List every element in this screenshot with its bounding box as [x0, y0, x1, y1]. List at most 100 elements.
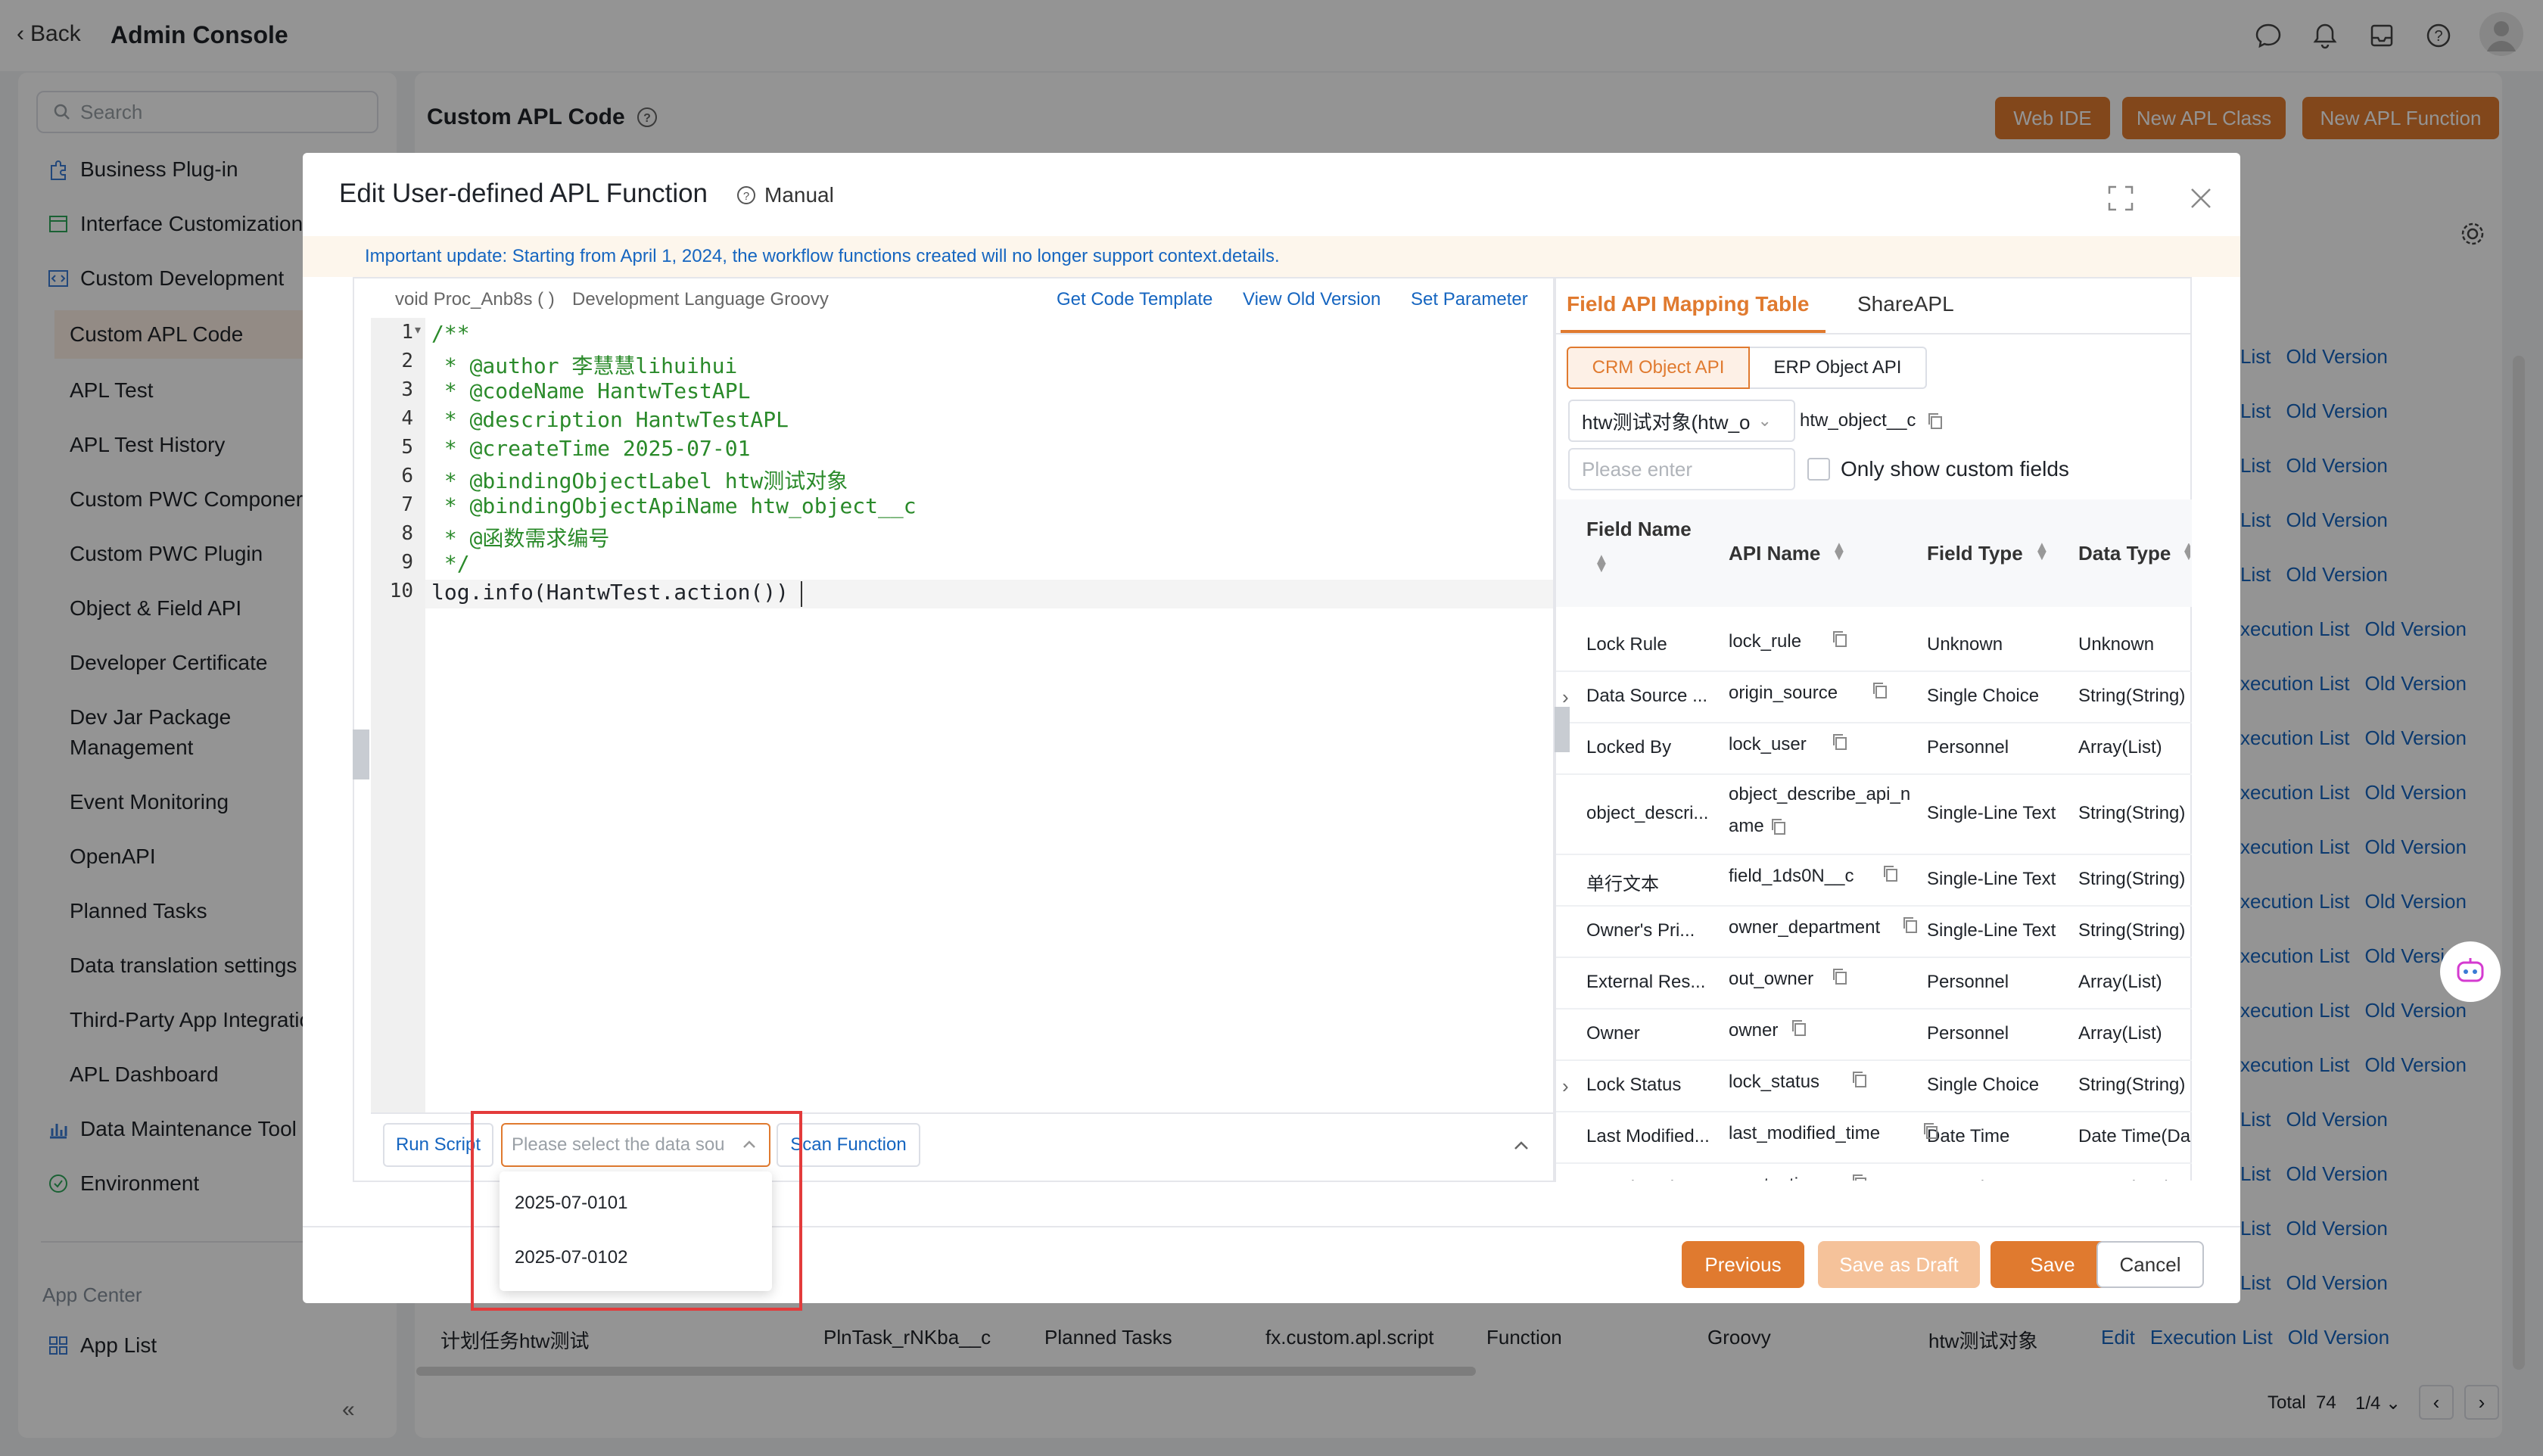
field-name-cell: Locked By	[1586, 737, 1672, 758]
data-type-cell: String(String)	[2078, 686, 2186, 706]
copy-icon[interactable]	[1926, 412, 1944, 430]
code-line[interactable]: * @createTime 2025-07-01	[431, 436, 751, 461]
panel-left-expander[interactable]	[1555, 707, 1570, 752]
copy-icon[interactable]	[1831, 967, 1849, 985]
line-number: 9	[401, 551, 413, 574]
fold-icon[interactable]: ▾	[415, 322, 421, 338]
text-cursor	[801, 581, 802, 607]
chevron-up-icon[interactable]	[1511, 1135, 1532, 1156]
api-name-cell: out_owner	[1729, 969, 1814, 989]
code-line[interactable]: * @description HantwTestAPL	[431, 407, 789, 432]
api-name-cell: object_describe_api_n	[1729, 784, 1911, 804]
close-icon[interactable]	[2187, 185, 2215, 212]
data-type-cell: String(String)	[2078, 1075, 2186, 1095]
only-custom-fields-checkbox[interactable]: Only show custom fields	[1807, 457, 2069, 481]
set-parameter-link[interactable]: Set Parameter	[1411, 289, 1528, 310]
header-data-type: Data Type	[2078, 542, 2171, 565]
copy-icon[interactable]	[1882, 864, 1900, 882]
sort-icon[interactable]: ▲ ▼	[2034, 540, 2050, 563]
field-name-cell: Owner	[1586, 1023, 1640, 1044]
api-name-cell: lock_user	[1729, 734, 1807, 754]
field-name-cell: Lock Rule	[1586, 634, 1667, 655]
api-name-cell: field_1ds0N__c	[1729, 866, 1854, 886]
svg-text:?: ?	[743, 190, 749, 203]
row-divider	[1556, 670, 2192, 672]
line-number: 1	[401, 321, 413, 344]
copy-icon[interactable]	[1871, 681, 1889, 699]
field-type-cell: Single Choice	[1927, 686, 2040, 706]
fullscreen-icon[interactable]	[2107, 185, 2134, 212]
get-code-template-link[interactable]: Get Code Template	[1057, 289, 1212, 310]
header-field-name: Field Name	[1586, 518, 1692, 540]
row-divider	[1556, 854, 2192, 855]
modal-title: Edit User-defined APL Function	[339, 179, 708, 208]
api-name-cell: owner_department	[1729, 917, 1881, 938]
assistant-button[interactable]	[2440, 941, 2501, 1002]
api-name-cell: owner	[1729, 1020, 1779, 1041]
erp-object-api-button[interactable]: ERP Object API	[1750, 347, 1927, 389]
cancel-button[interactable]: Cancel	[2096, 1241, 2204, 1288]
line-number: 10	[389, 580, 413, 602]
copy-icon[interactable]	[1850, 1070, 1869, 1088]
row-divider	[1556, 1008, 2192, 1010]
copy-icon[interactable]	[1831, 733, 1849, 751]
manual-link[interactable]: ? Manual	[736, 183, 834, 207]
row-divider	[1556, 1162, 2192, 1164]
code-line[interactable]: * @函数需求编号	[431, 522, 610, 552]
save-as-draft-button[interactable]: Save as Draft	[1818, 1241, 1980, 1288]
code-line[interactable]: * @author 李慧慧lihuihui	[431, 350, 737, 380]
tab-field-api-mapping[interactable]: Field API Mapping Table	[1567, 292, 1809, 316]
object-select[interactable]: htw测试对象(htw_o ⌄	[1568, 400, 1795, 442]
row-divider	[1556, 1059, 2192, 1061]
copy-icon[interactable]	[1770, 817, 1788, 835]
editor-left-expander[interactable]	[353, 730, 369, 779]
tab-divider	[1556, 333, 2192, 334]
highlight-annotation-box	[471, 1111, 802, 1311]
field-filter-input[interactable]: Please enter	[1568, 448, 1795, 490]
sort-icon[interactable]: ▲ ▼	[1594, 552, 1609, 575]
field-type-cell: Personnel	[1927, 1023, 2009, 1044]
data-type-cell: Array(List)	[2078, 1023, 2162, 1044]
expand-row-icon[interactable]: ›	[1562, 1075, 1569, 1098]
row-divider	[1556, 905, 2192, 907]
header-field-type: Field Type	[1927, 542, 2023, 565]
row-divider	[1556, 957, 2192, 958]
development-language: Development Language Groovy	[572, 289, 829, 310]
sort-icon[interactable]: ▲ ▼	[2181, 543, 2190, 560]
line-number: 4	[401, 407, 413, 430]
previous-button[interactable]: Previous	[1682, 1241, 1804, 1288]
code-line[interactable]: log.info(HantwTest.action())	[431, 580, 789, 605]
api-name-cell: lock_status	[1729, 1072, 1820, 1092]
line-number: 7	[401, 493, 413, 516]
api-name-cell: ame	[1729, 816, 1764, 836]
sort-icon[interactable]: ▲ ▼	[1832, 540, 1847, 563]
row-divider	[1556, 773, 2192, 775]
line-number: 3	[401, 378, 413, 401]
data-type-cell: String(String)	[2078, 869, 2186, 889]
tab-shareapl[interactable]: ShareAPL	[1857, 292, 1954, 316]
copy-icon[interactable]	[1790, 1019, 1808, 1037]
copy-icon[interactable]	[1831, 630, 1849, 648]
code-line[interactable]: * @bindingObjectApiName htw_object__c	[431, 493, 917, 518]
copy-icon[interactable]	[1922, 1122, 1940, 1140]
data-type-cell: String(String)	[2078, 920, 2186, 941]
code-line[interactable]: /**	[431, 321, 470, 346]
code-line[interactable]: * @codeName HantwTestAPL	[431, 378, 751, 403]
object-api-name: htw_object__c	[1800, 410, 1944, 431]
view-old-version-link[interactable]: View Old Version	[1243, 289, 1380, 310]
line-number: 2	[401, 350, 413, 372]
field-type-cell: Personnel	[1927, 972, 2009, 992]
field-name-cell: Lock Status	[1586, 1075, 1682, 1095]
code-line[interactable]: * @bindingObjectLabel htw测试对象	[431, 465, 848, 495]
code-line[interactable]: */	[431, 551, 470, 576]
checkbox[interactable]	[1807, 458, 1830, 481]
api-name-cell: last_modified_time	[1729, 1123, 1881, 1143]
expand-row-icon[interactable]: ›	[1562, 686, 1569, 709]
copy-icon[interactable]	[1901, 916, 1919, 934]
data-type-cell: Array(List)	[2078, 972, 2162, 992]
line-number: 8	[401, 522, 413, 545]
line-number: 6	[401, 465, 413, 487]
crm-object-api-button[interactable]: CRM Object API	[1567, 347, 1750, 389]
field-type-cell: Single-Line Text	[1927, 803, 2056, 823]
line-number: 5	[401, 436, 413, 459]
